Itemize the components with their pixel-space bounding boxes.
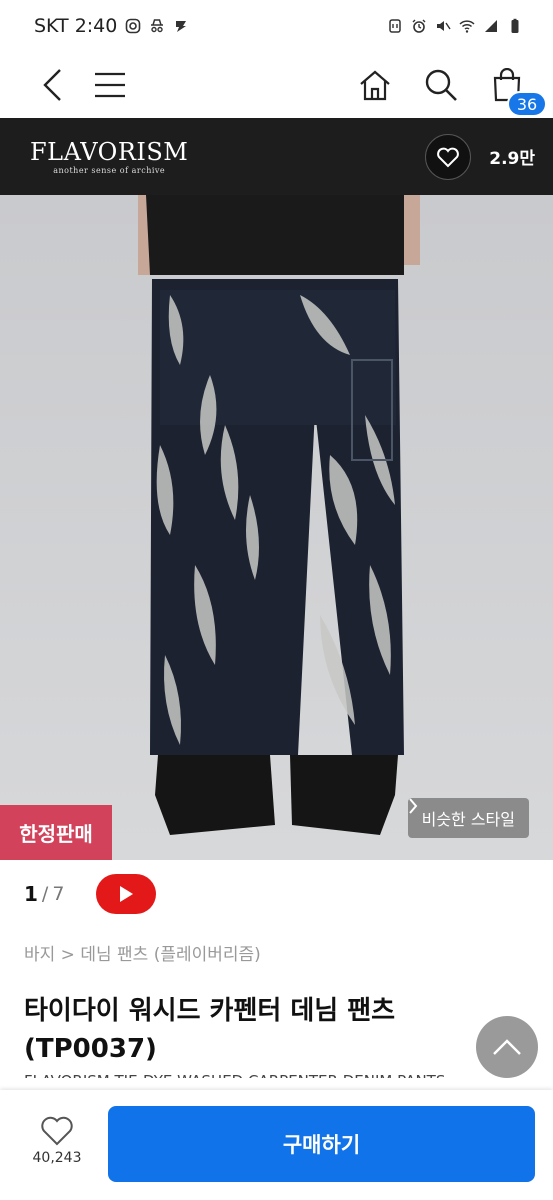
mute-icon [437,21,451,31]
chevron-left-icon [43,69,61,101]
instagram-icon [126,18,141,34]
cart-button[interactable]: 36 [485,63,547,117]
pager-separator: / [41,883,49,905]
search-icon [425,69,457,101]
heart-outline-icon [41,1116,73,1146]
youtube-button[interactable] [96,874,156,914]
brand-tagline: another sense of archive [53,165,166,175]
wifi-icon [459,20,475,33]
product-image[interactable]: 한정판매 비슷한 스타일 [0,195,553,860]
home-button[interactable] [353,63,397,107]
chat-app-icon [176,21,187,32]
search-button[interactable] [419,63,463,107]
similar-style-label: 비슷한 스타일 [421,810,515,829]
cart-count-badge: 36 [507,91,547,117]
buy-button[interactable]: 구매하기 [108,1106,535,1182]
purchase-bar: 40,243 구매하기 [0,1090,553,1200]
image-pager: 1 / 7 [24,872,64,916]
hamburger-icon [95,72,125,98]
chevron-up-icon [493,1039,521,1055]
brand-logo[interactable]: FLAVORISM another sense of archive [30,139,188,175]
wishlist-button[interactable]: 40,243 [24,1116,90,1166]
heart-icon [437,147,460,167]
scroll-top-button[interactable] [476,1016,538,1078]
status-bar: SKT 2:40 [0,0,553,52]
pager-current: 1 [24,882,38,906]
brand-name: FLAVORISM [30,137,189,166]
menu-button[interactable] [88,63,132,107]
back-button[interactable] [30,63,74,107]
signal-icon [485,20,497,32]
home-icon [360,70,390,101]
alarm-icon [412,19,426,33]
chevron-right-icon [408,798,417,814]
product-subtitle: FLAVORISM TIE-DYE WASHED CARPENTER DENIM… [24,1066,544,1078]
nfc-icon [389,19,401,33]
play-icon [120,886,133,902]
top-nav: 36 [0,52,553,118]
battery-icon [511,18,519,33]
similar-style-button[interactable]: 비슷한 스타일 [407,798,529,838]
brand-like-button[interactable] [425,133,472,180]
brand-bar: FLAVORISM another sense of archive 2.9만 [0,118,553,195]
breadcrumb[interactable]: 바지 > 데님 팬츠 (플레이버리즘) [24,940,261,965]
product-photo-jeans [0,195,553,860]
wishlist-count: 40,243 [32,1150,82,1166]
brand-like-count: 2.9만 [489,149,535,169]
incognito-icon [151,19,164,33]
product-title: 타이다이 워시드 카펜터 데님 팬츠 (TP0037) [24,996,396,1064]
limited-sale-badge: 한정판매 [0,805,112,860]
status-carrier-time: SKT 2:40 [34,15,118,37]
pager-total: 7 [52,883,65,905]
